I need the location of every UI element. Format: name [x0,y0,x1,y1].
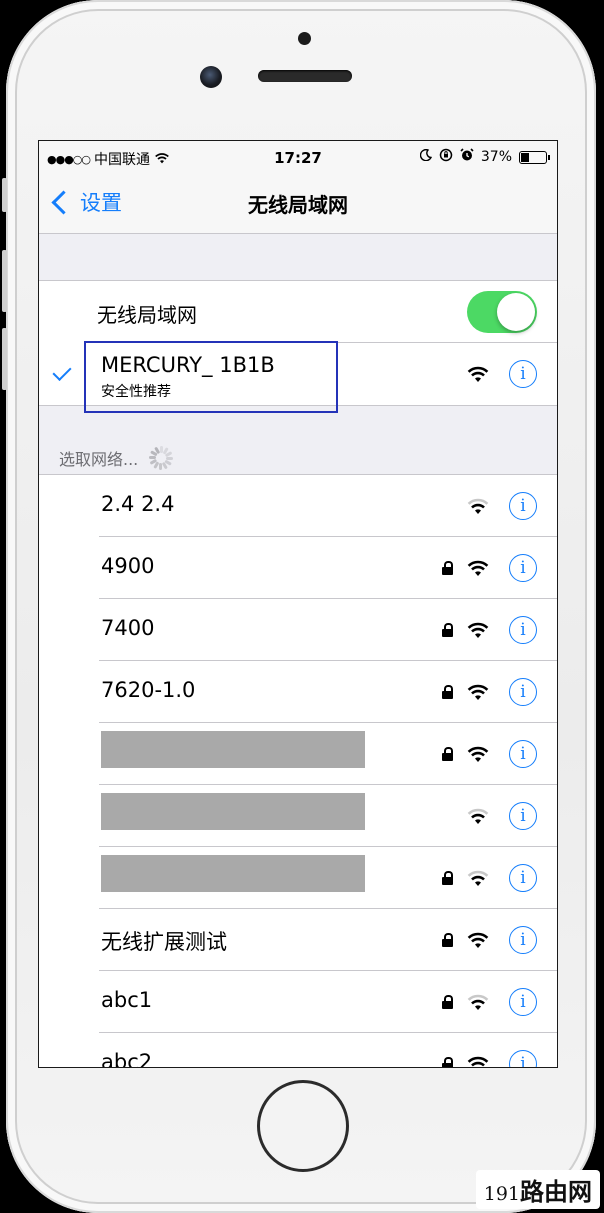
navigation-bar: 设置 无线局域网 [39,173,557,234]
network-name: abc2 [101,1050,153,1068]
network-name: abc1 [101,988,153,1012]
network-row[interactable]: abc2 i [39,1033,557,1068]
earpiece-speaker [258,70,352,82]
front-camera [200,66,222,88]
spinner-tick [149,456,157,459]
lock-icon [442,747,453,761]
lock-icon [442,871,453,885]
network-row[interactable]: 4900 i [39,537,557,599]
lock-icon [442,623,453,637]
rotation-lock-icon [439,148,453,166]
wifi-group: 无线局域网 MERCURY_ 1B1B 安全性推荐 i [39,280,557,413]
network-row[interactable]: abc1 i [39,971,557,1033]
wifi-full-icon [467,365,489,383]
redacted-network-name [101,793,365,830]
info-button[interactable]: i [509,802,537,830]
wifi-toggle-row: 无线局域网 [39,281,557,343]
checkmark-icon [52,361,72,382]
network-row[interactable]: i [39,785,557,847]
home-button[interactable] [257,1080,349,1172]
info-button[interactable]: i [509,492,537,520]
network-name: 7620-1.0 [101,678,196,702]
alarm-icon [460,148,474,166]
lock-icon [442,995,453,1009]
lock-icon [442,561,453,575]
info-button[interactable]: i [509,616,537,644]
network-name: 4900 [101,554,155,578]
wifi-weak-icon [467,993,489,1011]
spinner-tick [166,457,174,460]
lock-icon [442,685,453,699]
screen: ●●●○○ 中国联通 17:27 37% 设置 无线局域网 无线局域网 MERC… [38,140,558,1068]
network-row[interactable]: 7620-1.0 i [39,661,557,723]
network-row[interactable]: 7400 i [39,599,557,661]
choose-network-header: 选取网络... [59,445,174,471]
wifi-label: 无线局域网 [97,303,197,327]
lock-icon [442,933,453,947]
connected-network-subtitle: 安全性推荐 [101,384,171,400]
wifi-weak-icon [467,807,489,825]
wifi-full-icon [467,1055,489,1067]
info-button[interactable]: i [509,360,537,388]
highlight-box [84,341,338,413]
section-header-label: 选取网络... [59,450,139,469]
network-name: 7400 [101,616,155,640]
info-button[interactable]: i [509,864,537,892]
watermark: 191路由网 [475,1170,600,1209]
lock-icon [442,1057,453,1067]
status-bar: ●●●○○ 中国联通 17:27 37% [39,141,557,173]
network-name: 2.4 2.4 [101,492,175,516]
network-list: 2.4 2.4 i 4900 i 7400 i 7620-1.0 i i i i 无线扩展测试 i abc… [39,474,557,1068]
info-button[interactable]: i [509,678,537,706]
connected-network-row[interactable]: MERCURY_ 1B1B 安全性推荐 i [39,341,557,413]
info-button[interactable]: i [509,926,537,954]
toggle-knob [497,293,535,331]
info-button[interactable]: i [509,554,537,582]
wifi-full-icon [467,621,489,639]
volume-down-button [2,328,7,390]
network-row[interactable]: i [39,723,557,785]
moon-icon [419,148,432,165]
info-button[interactable]: i [509,740,537,768]
proximity-sensor [298,32,311,45]
spinner-tick [159,463,163,470]
wifi-full-icon [467,745,489,763]
battery-icon [519,150,550,164]
watermark-suffix: 路由网 [520,1177,592,1206]
network-row[interactable]: 无线扩展测试 i [39,909,557,971]
info-button[interactable]: i [509,988,537,1016]
wifi-full-icon [467,931,489,949]
wifi-toggle-switch[interactable] [467,291,537,333]
network-row[interactable]: i [39,847,557,909]
info-button[interactable]: i [509,1050,537,1067]
wifi-full-icon [467,559,489,577]
redacted-network-name [101,731,365,768]
redacted-network-name [101,855,365,892]
battery-level [521,152,530,162]
loading-spinner-icon [148,445,174,471]
battery-percent: 37% [480,149,512,165]
page-title: 无线局域网 [248,193,348,217]
wifi-full-icon [467,683,489,701]
connected-network-name: MERCURY_ 1B1B [101,353,275,377]
wifi-weak-icon [467,497,489,515]
watermark-prefix: 191 [483,1183,520,1205]
network-row[interactable]: 2.4 2.4 i [39,475,557,537]
side-button [2,178,7,212]
volume-up-button [2,250,7,312]
network-name: 无线扩展测试 [101,930,227,954]
wifi-weak-icon [467,869,489,887]
